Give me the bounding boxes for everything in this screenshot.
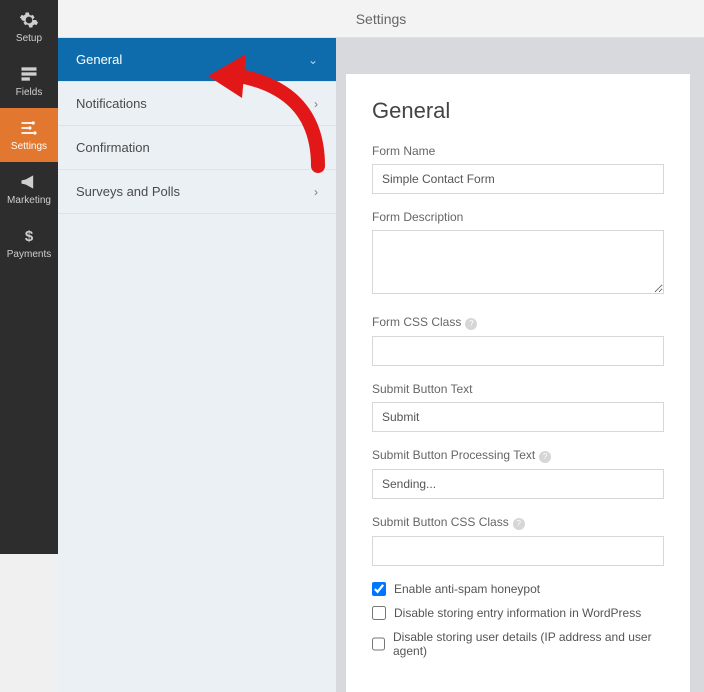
sidebar-item-general[interactable]: General ⌄	[58, 38, 336, 82]
checkbox-label: Enable anti-spam honeypot	[394, 582, 540, 596]
left-nav-payments[interactable]: $ Payments	[0, 216, 58, 270]
form-name-input[interactable]	[372, 164, 664, 194]
left-nav-fields[interactable]: Fields	[0, 54, 58, 108]
checkbox-label: Disable storing user details (IP address…	[393, 630, 664, 658]
submit-text-label: Submit Button Text	[372, 382, 664, 396]
app-root: Setup Fields Settings Marketing $ Paymen…	[0, 0, 704, 554]
sliders-icon	[19, 118, 39, 138]
sidebar-item-label: Notifications	[76, 96, 147, 111]
submit-css-label: Submit Button CSS Class?	[372, 515, 664, 530]
megaphone-icon	[19, 172, 39, 192]
chevron-right-icon: ›	[314, 185, 318, 199]
left-nav-marketing[interactable]: Marketing	[0, 162, 58, 216]
submit-processing-input[interactable]	[372, 469, 664, 499]
form-name-label: Form Name	[372, 144, 664, 158]
honeypot-checkbox[interactable]	[372, 582, 386, 596]
left-nav: Setup Fields Settings Marketing $ Paymen…	[0, 0, 58, 554]
left-nav-label: Fields	[16, 87, 43, 98]
body: General ⌄ Notifications › Confirmation ›…	[58, 38, 704, 692]
checkbox-row-disable-entry[interactable]: Disable storing entry information in Wor…	[372, 606, 664, 620]
page-title: Settings	[356, 11, 407, 27]
settings-sidebar: General ⌄ Notifications › Confirmation ›…	[58, 38, 336, 692]
left-nav-label: Marketing	[7, 195, 51, 206]
form-description-label: Form Description	[372, 210, 664, 224]
form-description-textarea[interactable]	[372, 230, 664, 294]
gear-icon	[19, 10, 39, 30]
page-header: Settings	[58, 0, 704, 38]
panel-heading: General	[372, 98, 664, 124]
form-icon	[19, 64, 39, 84]
form-css-input[interactable]	[372, 336, 664, 366]
main-area: Settings General ⌄ Notifications › Confi…	[58, 0, 704, 554]
chevron-right-icon: ›	[314, 97, 318, 111]
sidebar-item-surveys[interactable]: Surveys and Polls ›	[58, 170, 336, 214]
submit-css-input[interactable]	[372, 536, 664, 566]
checkbox-label: Disable storing entry information in Wor…	[394, 606, 641, 620]
submit-processing-label: Submit Button Processing Text?	[372, 448, 664, 463]
disable-user-checkbox[interactable]	[372, 637, 385, 651]
left-nav-label: Payments	[7, 249, 51, 260]
sidebar-item-label: Surveys and Polls	[76, 184, 180, 199]
left-nav-setup[interactable]: Setup	[0, 0, 58, 54]
sidebar-item-notifications[interactable]: Notifications ›	[58, 82, 336, 126]
content-area: General Form Name Form Description Form …	[336, 38, 704, 692]
svg-text:$: $	[25, 228, 34, 245]
chevron-down-icon: ⌄	[308, 53, 318, 67]
checkbox-row-honeypot[interactable]: Enable anti-spam honeypot	[372, 582, 664, 596]
left-nav-settings[interactable]: Settings	[0, 108, 58, 162]
dollar-icon: $	[19, 226, 39, 246]
help-icon[interactable]: ?	[539, 451, 551, 463]
settings-panel: General Form Name Form Description Form …	[346, 74, 690, 692]
help-icon[interactable]: ?	[465, 318, 477, 330]
chevron-right-icon: ›	[314, 141, 318, 155]
help-icon[interactable]: ?	[513, 518, 525, 530]
disable-entry-checkbox[interactable]	[372, 606, 386, 620]
sidebar-item-label: General	[76, 52, 122, 67]
left-nav-label: Setup	[16, 33, 42, 44]
sidebar-item-confirmation[interactable]: Confirmation ›	[58, 126, 336, 170]
left-nav-label: Settings	[11, 141, 47, 152]
submit-text-input[interactable]	[372, 402, 664, 432]
form-css-label: Form CSS Class?	[372, 315, 664, 330]
checkbox-row-disable-user[interactable]: Disable storing user details (IP address…	[372, 630, 664, 658]
sidebar-item-label: Confirmation	[76, 140, 150, 155]
